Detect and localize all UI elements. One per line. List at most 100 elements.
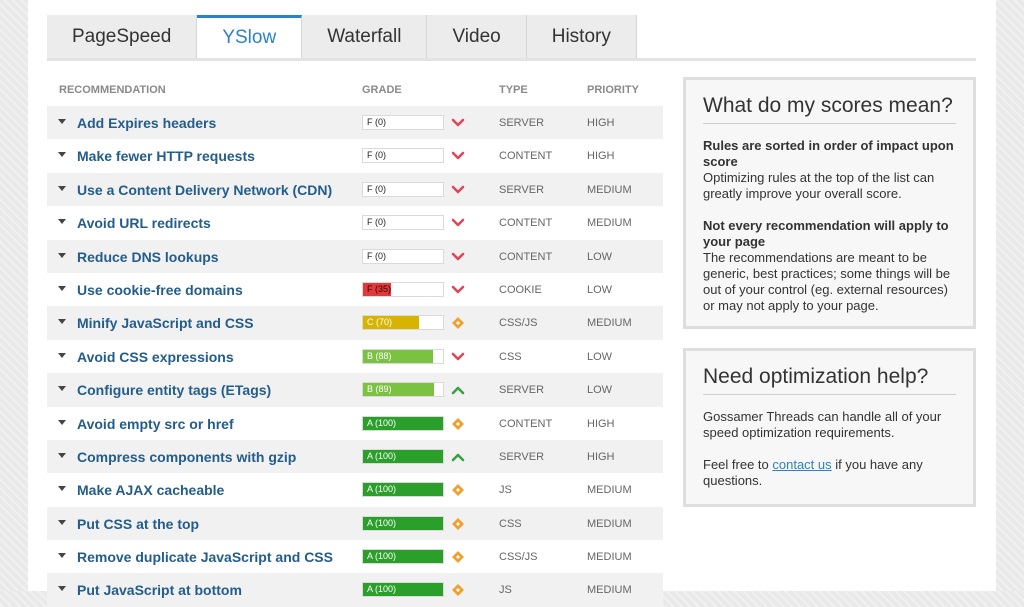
diamond-icon <box>451 417 465 431</box>
grade-bar: A (100) <box>362 448 444 464</box>
table-row[interactable]: Avoid CSS expressions B (88) CSS LOW <box>47 340 663 373</box>
header-recommendation: RECOMMENDATION <box>59 84 166 96</box>
help-box-title: Need optimization help? <box>703 365 956 395</box>
recommendation-name[interactable]: Put JavaScript at bottom <box>77 582 242 598</box>
grade-bar: F (0) <box>362 115 444 130</box>
recommendation-name[interactable]: Use cookie-free domains <box>77 282 243 298</box>
recommendation-name[interactable]: Compress components with gzip <box>77 449 296 465</box>
scores-box-bold-1: Rules are sorted in order of impact upon… <box>703 138 954 169</box>
recommendation-name[interactable]: Avoid empty src or href <box>77 416 234 432</box>
tab-divider <box>47 58 976 61</box>
recommendation-name[interactable]: Minify JavaScript and CSS <box>77 315 254 331</box>
expand-caret-icon[interactable] <box>58 219 66 225</box>
table-row[interactable]: Avoid empty src or href A (100) CONTENT HIG… <box>47 407 663 440</box>
chevron-down-icon <box>451 283 465 297</box>
grade-label: F (0) <box>367 183 386 194</box>
table-row[interactable]: Put JavaScript at bottom A (100) JS MEDIUM <box>47 573 663 607</box>
recommendation-name[interactable]: Make fewer HTTP requests <box>77 148 255 164</box>
table-row[interactable]: Add Expires headers F (0) SERVER HIGH <box>47 106 663 140</box>
recommendation-name[interactable]: Avoid URL redirects <box>77 215 211 231</box>
help-text-before: Feel free to <box>703 457 773 472</box>
help-box-paragraph-2: Feel free to contact us if you have any … <box>703 457 956 489</box>
table-row[interactable]: Use a Content Delivery Network (CDN) F (0… <box>47 172 663 207</box>
type-value: SERVER <box>499 450 545 463</box>
expand-caret-icon[interactable] <box>58 352 66 358</box>
table-row[interactable]: Avoid URL redirects F (0) CONTENT MEDIUM <box>47 206 663 239</box>
chevron-down-icon <box>451 250 465 264</box>
scores-box-text-2: The recommendations are meant to be gene… <box>703 250 951 313</box>
type-value: SERVER <box>499 183 545 196</box>
tab-waterfall[interactable]: Waterfall <box>302 15 428 59</box>
expand-caret-icon[interactable] <box>58 386 66 392</box>
table-row[interactable]: Configure entity tags (ETags) B (89) SERVE… <box>47 373 663 407</box>
help-box-paragraph-1: Gossamer Threads can handle all of your … <box>703 409 942 440</box>
priority-value: LOW <box>587 384 613 397</box>
recommendation-name[interactable]: Reduce DNS lookups <box>77 249 219 265</box>
priority-value: LOW <box>587 350 613 363</box>
grade-label: A (100) <box>367 484 397 495</box>
table-row[interactable]: Use cookie-free domains F (35) COOKIE LOW <box>47 273 663 306</box>
recommendation-name[interactable]: Configure entity tags (ETags) <box>77 382 271 398</box>
grade-label: F (0) <box>367 150 386 161</box>
recommendation-name[interactable]: Remove duplicate JavaScript and CSS <box>77 549 333 565</box>
type-value: CSS/JS <box>499 317 538 330</box>
expand-caret-icon[interactable] <box>58 119 66 124</box>
expand-caret-icon[interactable] <box>58 553 66 559</box>
scores-box-text-1: Optimizing rules at the top of the list … <box>703 170 935 201</box>
grade-bar: A (100) <box>362 482 444 498</box>
tab-pagespeed[interactable]: PageSpeed <box>47 15 198 59</box>
tab-yslow[interactable]: YSlow <box>197 15 303 59</box>
priority-value: LOW <box>587 283 613 296</box>
expand-caret-icon[interactable] <box>58 152 66 158</box>
tab-video[interactable]: Video <box>427 15 527 59</box>
header-type: TYPE <box>499 84 528 96</box>
priority-value: HIGH <box>587 117 615 129</box>
priority-value: MEDIUM <box>587 183 632 196</box>
table-row[interactable]: Put CSS at the top A (100) CSS MEDIUM <box>47 506 663 541</box>
expand-caret-icon[interactable] <box>58 519 66 525</box>
table-row[interactable]: Compress components with gzip A (100) SERV… <box>47 439 663 474</box>
expand-caret-icon[interactable] <box>58 285 66 291</box>
recommendation-name[interactable]: Avoid CSS expressions <box>77 349 234 365</box>
expand-caret-icon[interactable] <box>58 486 66 492</box>
diamond-icon <box>451 550 465 564</box>
expand-caret-icon[interactable] <box>58 252 66 258</box>
grade-label: C (70) <box>367 317 393 328</box>
diamond-icon <box>451 316 465 330</box>
scores-box-bold-2: Not every recommendation will apply to y… <box>703 218 949 249</box>
scores-box-paragraph-2: Not every recommendation will apply to y… <box>703 218 956 314</box>
grade-bar: C (70) <box>362 315 444 331</box>
chevron-up-icon <box>451 450 465 464</box>
table-row[interactable]: Reduce DNS lookups F (0) CONTENT LOW <box>47 239 663 273</box>
header-priority: PRIORITY <box>587 84 639 96</box>
grade-label: F (0) <box>367 117 386 127</box>
priority-value: HIGH <box>587 150 615 163</box>
grade-bar: A (100) <box>362 582 444 598</box>
type-value: CSS <box>499 517 522 530</box>
table-row[interactable]: Make fewer HTTP requests F (0) CONTENT HIGH <box>47 139 663 172</box>
expand-caret-icon[interactable] <box>58 419 66 425</box>
recommendation-name[interactable]: Use a Content Delivery Network (CDN) <box>77 182 332 198</box>
tab-history[interactable]: History <box>526 15 637 59</box>
recommendation-name[interactable]: Add Expires headers <box>77 115 216 131</box>
contact-us-link[interactable]: contact us <box>772 457 831 472</box>
scores-box-title: What do my scores mean? <box>703 94 956 124</box>
table-row[interactable]: Remove duplicate JavaScript and CSS A (10… <box>47 540 663 573</box>
type-value: SERVER <box>499 384 545 397</box>
grade-label: F (35) <box>367 283 392 294</box>
table-row[interactable]: Make AJAX cacheable A (100) JS MEDIUM <box>47 473 663 506</box>
priority-value: MEDIUM <box>587 517 632 530</box>
recommendation-name[interactable]: Put CSS at the top <box>77 516 199 532</box>
expand-caret-icon[interactable] <box>58 185 66 191</box>
expand-caret-icon[interactable] <box>58 319 66 325</box>
grade-bar: B (89) <box>362 382 444 398</box>
recommendation-name[interactable]: Make AJAX cacheable <box>77 482 224 498</box>
table-row[interactable]: Minify JavaScript and CSS C (70) CSS/JS MED… <box>47 306 663 340</box>
grade-bar: B (88) <box>362 348 444 364</box>
scores-box-paragraph-1: Rules are sorted in order of impact upon… <box>703 138 956 202</box>
chevron-down-icon <box>451 216 465 230</box>
expand-caret-icon[interactable] <box>58 452 66 458</box>
type-value: CONTENT <box>499 217 553 230</box>
diamond-icon <box>451 583 465 597</box>
type-value: SERVER <box>499 117 545 129</box>
